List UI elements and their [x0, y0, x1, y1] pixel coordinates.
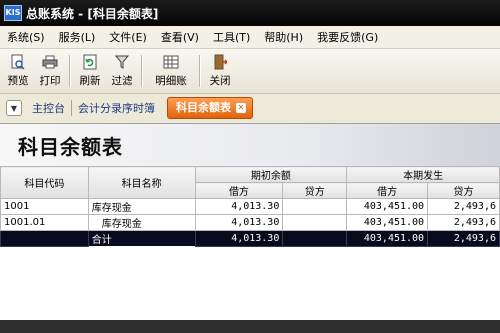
refresh-label: 刷新: [79, 75, 101, 87]
toolbar: 预览 打印 刷新 过滤 明细账 关闭: [0, 49, 500, 94]
cell-open-debit: 4,013.30: [194, 198, 284, 215]
cell-period-debit: 403,451.00: [346, 230, 429, 247]
cell-code: [0, 230, 89, 247]
toolbar-separator: [69, 55, 71, 87]
exit-door-icon: [212, 54, 228, 70]
col-header-open-debit[interactable]: 借方: [194, 182, 284, 199]
preview-button[interactable]: 预览: [2, 51, 34, 91]
toolbar-separator: [199, 55, 201, 87]
report-banner: 科目余额表: [0, 123, 500, 167]
menu-tools[interactable]: 工具(T): [206, 29, 257, 45]
header-row-top: 科目代码 科目名称 期初余额 本期发生: [0, 166, 500, 199]
title-bar: KIS 总账系统 - [科目余额表]: [0, 0, 500, 26]
cell-open-debit: 4,013.30: [194, 214, 284, 231]
col-header-name[interactable]: 科目名称: [87, 166, 196, 199]
app-window: KIS 总账系统 - [科目余额表] 系统(S) 服务(L) 文件(E) 查看(…: [0, 0, 500, 333]
col-header-opening: 期初余额: [194, 166, 348, 183]
toolbar-separator: [141, 55, 143, 87]
filter-label: 过滤: [111, 75, 133, 87]
close-label: 关闭: [209, 75, 231, 87]
cell-period-debit: 403,451.00: [346, 198, 429, 215]
cell-name: 库存现金: [87, 198, 196, 215]
menu-file[interactable]: 文件(E): [102, 29, 154, 45]
cell-code: 1001.01: [0, 214, 89, 231]
table-row[interactable]: 1001.01 库存现金 4,013.30 403,451.00 2,493,6: [0, 214, 500, 231]
menu-feedback[interactable]: 我要反馈(G): [310, 29, 385, 45]
col-header-period-credit[interactable]: 贷方: [427, 182, 500, 199]
close-tab-icon[interactable]: ✕: [236, 103, 246, 113]
app-logo: KIS: [4, 5, 22, 21]
print-button[interactable]: 打印: [34, 51, 66, 91]
tab-console[interactable]: 主控台: [26, 100, 71, 116]
col-header-period-debit[interactable]: 借方: [346, 182, 429, 199]
cell-open-credit: [282, 230, 348, 247]
total-row[interactable]: 合计 4,013.30 403,451.00 2,493,6: [0, 230, 500, 247]
menu-bar: 系统(S) 服务(L) 文件(E) 查看(V) 工具(T) 帮助(H) 我要反馈…: [0, 26, 500, 49]
cell-period-debit: 403,451.00: [346, 214, 429, 231]
tab-balance-sheet[interactable]: 科目余额表 ✕: [167, 97, 253, 119]
balance-table: 科目代码 科目名称 期初余额 本期发生 借方 贷方 借方 贷方 1001 库存现…: [0, 166, 500, 247]
cell-period-credit: 2,493,6: [427, 230, 500, 247]
col-header-code[interactable]: 科目代码: [0, 166, 89, 199]
ledger-icon: [163, 54, 179, 70]
preview-label: 预览: [7, 75, 29, 87]
tab-journal[interactable]: 会计分录序时簿: [72, 100, 161, 116]
col-header-open-credit[interactable]: 贷方: [282, 182, 348, 199]
cell-period-credit: 2,493,6: [427, 214, 500, 231]
bottom-border: [0, 320, 500, 333]
report-area: 科目余额表 科目代码 科目名称 期初余额 本期发生 借方 贷方 借方 贷方 10…: [0, 123, 500, 333]
cell-open-credit: [282, 214, 348, 231]
cell-total-label: 合计: [87, 230, 196, 247]
detail-label: 明细账: [155, 75, 187, 87]
ledger-detail-button[interactable]: 明细账: [146, 51, 196, 91]
chevron-down-icon[interactable]: ▼: [6, 100, 22, 116]
refresh-button[interactable]: 刷新: [74, 51, 106, 91]
menu-help[interactable]: 帮助(H): [257, 29, 310, 45]
close-button[interactable]: 关闭: [204, 51, 236, 91]
table-row[interactable]: 1001 库存现金 4,013.30 403,451.00 2,493,6: [0, 198, 500, 215]
report-title: 科目余额表: [18, 135, 123, 159]
tab-balance-sheet-label: 科目余额表: [176, 101, 231, 114]
refresh-icon: [82, 54, 98, 70]
cell-code: 1001: [0, 198, 89, 215]
cell-period-credit: 2,493,6: [427, 198, 500, 215]
preview-icon: [10, 54, 26, 70]
printer-icon: [42, 54, 58, 70]
filter-icon: [114, 54, 130, 70]
menu-view[interactable]: 查看(V): [154, 29, 206, 45]
col-header-period: 本期发生: [346, 166, 500, 183]
menu-service[interactable]: 服务(L): [52, 29, 103, 45]
cell-open-credit: [282, 198, 348, 215]
tab-bar: ▼ 主控台 会计分录序时簿 科目余额表 ✕: [0, 94, 500, 122]
window-title: 总账系统 - [科目余额表]: [26, 6, 159, 21]
filter-button[interactable]: 过滤: [106, 51, 138, 91]
print-label: 打印: [39, 75, 61, 87]
menu-system[interactable]: 系统(S): [0, 29, 52, 45]
cell-name: 库存现金: [87, 214, 196, 231]
cell-open-debit: 4,013.30: [194, 230, 284, 247]
